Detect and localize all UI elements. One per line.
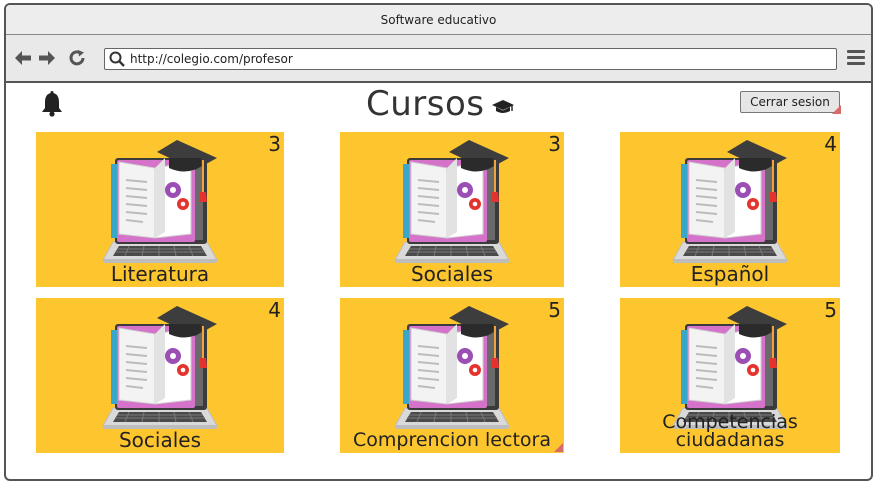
logout-button[interactable]: Cerrar sesion (740, 91, 841, 114)
url-text: http://colegio.com/profesor (130, 52, 293, 66)
course-count: 5 (548, 298, 561, 322)
bell-icon[interactable] (40, 91, 64, 117)
course-card[interactable]: 3 Literatura (36, 132, 284, 287)
window-title: Software educativo (380, 12, 497, 27)
reload-icon[interactable] (68, 49, 86, 67)
course-count: 5 (824, 298, 837, 322)
book-laptop-graduation-illustration (391, 304, 513, 432)
course-name: Sociales (410, 262, 494, 286)
book-laptop-graduation-illustration (391, 138, 513, 266)
arrow-left-icon[interactable] (14, 49, 32, 67)
graduation-cap-icon (491, 100, 514, 113)
course-card[interactable]: 4 Sociales (36, 298, 284, 453)
arrow-right-icon[interactable] (38, 49, 56, 67)
course-count: 3 (268, 132, 281, 156)
hamburger-menu-icon[interactable] (847, 50, 865, 66)
course-card[interactable]: 5 Comprencion lectora (340, 298, 564, 453)
logout-button-label: Cerrar sesion (750, 95, 830, 109)
browser-toolbar: http://colegio.com/profesor (6, 35, 871, 83)
book-laptop-graduation-illustration (669, 138, 791, 266)
book-laptop-graduation-illustration (99, 138, 221, 266)
magnifier-icon (109, 51, 125, 67)
course-name: Comprencion lectora (353, 429, 551, 451)
address-bar[interactable]: http://colegio.com/profesor (104, 48, 837, 70)
course-count: 4 (268, 298, 281, 322)
course-card[interactable]: 3 Sociales (340, 132, 564, 287)
course-name: Literatura (110, 262, 210, 286)
course-name: Español (690, 262, 770, 286)
page-title-text: Cursos (366, 84, 485, 124)
course-count: 4 (824, 132, 837, 156)
pointer-cursor-icon (554, 443, 563, 452)
window-titlebar: Software educativo (6, 5, 871, 35)
course-card[interactable]: 5 Competencias ciudadanas (620, 298, 840, 453)
page-title: Cursos (366, 83, 515, 125)
course-count: 3 (548, 132, 561, 156)
book-laptop-graduation-illustration (99, 304, 221, 432)
course-name: Competencias ciudadanas (662, 410, 798, 451)
pointer-cursor-icon (832, 105, 841, 114)
course-card[interactable]: 4 Español (620, 132, 840, 287)
course-name: Sociales (118, 428, 202, 452)
